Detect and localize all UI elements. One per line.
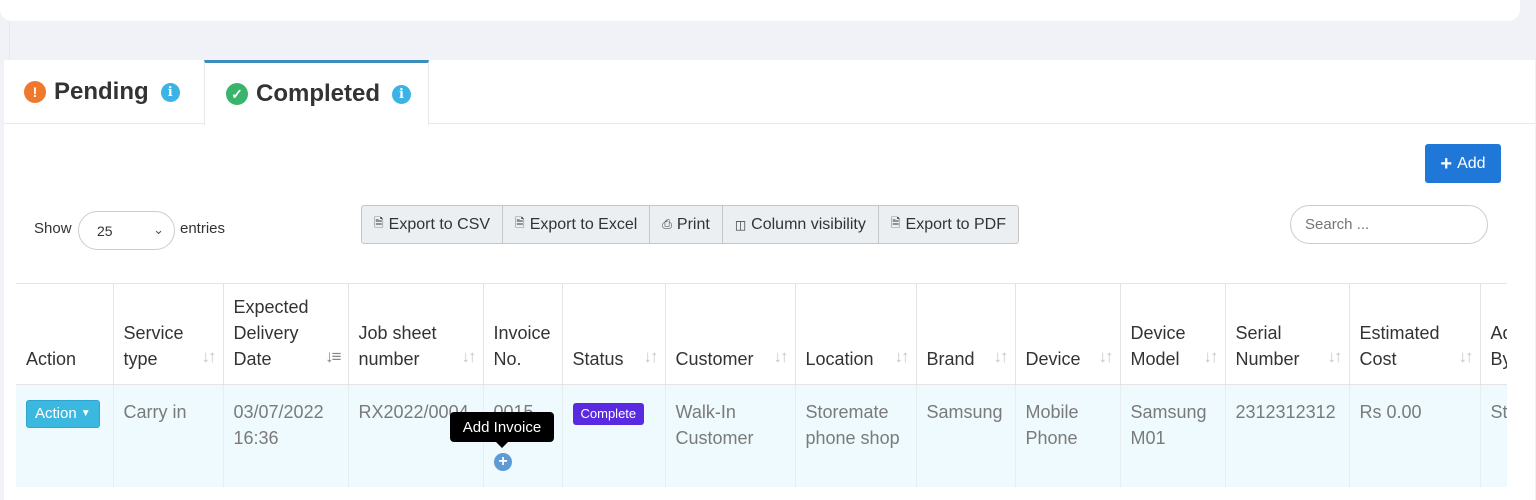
cell-device-model: Samsung M01 [1120, 384, 1226, 487]
tab-completed-label: Completed [256, 80, 381, 107]
column-header-device-model[interactable]: Device Model ↓↑ [1120, 284, 1226, 385]
check-icon: ✓ [226, 83, 248, 105]
column-header-label: Invoice No. [493, 322, 551, 369]
column-header-serial[interactable]: Serial Number ↓↑ [1225, 284, 1350, 385]
sort-icon: ↓↑ [643, 346, 659, 366]
sort-icon: ↓↑ [1098, 346, 1114, 366]
column-header-label: Location [805, 348, 874, 369]
column-visibility-button[interactable]: ◫ Column visibility [723, 206, 879, 243]
job-sheets-panel: ! Pending i ✓ Completed i + Add Show 25 … [4, 60, 1535, 500]
sort-icon: ↓↑ [773, 346, 789, 366]
cell-location: Storemate phone shop [795, 384, 917, 487]
sort-icon: ↓↑ [201, 346, 217, 366]
action-button-label: Action [35, 404, 77, 422]
csv-file-icon: 🗎 [374, 216, 384, 230]
column-header-label: Job sheet number [358, 322, 437, 369]
cell-delivery-date: 03/07/2022 16:36 [223, 384, 349, 487]
column-header-location[interactable]: Location ↓↑ [795, 284, 917, 385]
column-header-invoice: Invoice No. [483, 284, 563, 385]
info-icon[interactable]: i [392, 84, 412, 104]
column-header-label: Status [572, 348, 624, 369]
export-excel-label: Export to Excel [529, 215, 638, 233]
cell-action: Action ▼ [16, 384, 114, 487]
export-csv-button[interactable]: 🗎 Export to CSV [362, 206, 504, 243]
caret-down-icon: ▼ [80, 407, 91, 419]
sort-icon: ↓↑ [1327, 346, 1343, 366]
column-header-cost[interactable]: Estimated Cost ↓↑ [1349, 284, 1481, 385]
add-button[interactable]: + Add [1425, 144, 1501, 183]
sort-icon: ↓↑ [1203, 346, 1219, 366]
column-header-device[interactable]: Device ↓↑ [1015, 284, 1121, 385]
column-header-brand[interactable]: Brand ↓↑ [916, 284, 1016, 385]
column-header-label: Service type [123, 322, 184, 369]
add-invoice-tooltip: Add Invoice [450, 412, 554, 448]
cell-device: Mobile Phone [1015, 384, 1121, 487]
cell-cost: Rs 0.00 [1349, 384, 1481, 487]
column-header-label: Brand [926, 348, 975, 369]
column-header-status[interactable]: Status ↓↑ [562, 284, 666, 385]
column-header-job-sheet[interactable]: Job sheet number ↓↑ [348, 284, 484, 385]
columns-icon: ◫ [734, 217, 747, 232]
chevron-down-icon: ⌄ [153, 222, 164, 237]
print-label: Print [676, 215, 710, 233]
show-label: Show [34, 220, 72, 237]
column-header-service-type[interactable]: Service type ↓↑ [113, 284, 224, 385]
sort-icon: ↓↑ [894, 346, 910, 366]
sort-desc-icon: ↓≡ [325, 346, 341, 366]
cell-service-type: Carry in [113, 384, 224, 487]
export-button-group: 🗎 Export to CSV 🗎 Export to Excel ⎙ Prin… [361, 205, 1019, 244]
column-header-label: Device [1025, 348, 1081, 369]
divider [9, 21, 10, 61]
sort-icon: ↓↑ [461, 346, 477, 366]
column-header-delivery-date[interactable]: Expected Delivery Date ↓≡ [223, 284, 349, 385]
column-visibility-label: Column visibility [751, 215, 866, 233]
printer-icon: ⎙ [662, 217, 672, 231]
pdf-file-icon: 🗎 [890, 216, 901, 230]
status-badge: Complete [572, 402, 645, 425]
tab-completed[interactable]: ✓ Completed i [204, 60, 429, 125]
export-pdf-button[interactable]: 🗎 Export to PDF [879, 206, 1018, 243]
column-header-action: Action [16, 284, 114, 385]
export-pdf-label: Export to PDF [905, 215, 1006, 233]
print-button[interactable]: ⎙ Print [650, 206, 723, 243]
column-header-label: Estimated Cost [1359, 322, 1440, 369]
search-input[interactable] [1290, 205, 1488, 244]
action-dropdown-button[interactable]: Action ▼ [26, 399, 100, 428]
column-header-customer[interactable]: Customer ↓↑ [665, 284, 796, 385]
entries-label: entries [180, 220, 226, 237]
page-size-select[interactable]: 25 ⌄ [78, 211, 175, 250]
table-header-row: Action Service type ↓↑ Expected Delivery … [16, 284, 1508, 385]
export-csv-label: Export to CSV [388, 215, 491, 233]
cell-status: Complete [562, 384, 666, 487]
column-header-label: Device Model [1130, 322, 1186, 369]
table-row: Action ▼ Carry in 03/07/2022 16:36 RX202… [16, 384, 1507, 487]
sort-icon: ↓↑ [1458, 346, 1474, 366]
tab-pending-label: Pending [54, 78, 149, 105]
page-size-value: 25 [97, 222, 113, 239]
column-header-added-by[interactable]: Added By [1480, 284, 1508, 385]
cell-brand: Samsung [916, 384, 1016, 487]
job-sheets-table: Action Service type ↓↑ Expected Delivery … [16, 283, 1507, 488]
sort-icon: ↓↑ [993, 346, 1009, 366]
top-card [0, 0, 1520, 21]
column-header-label: Action [26, 348, 77, 369]
exclamation-icon: ! [24, 81, 46, 103]
cell-customer: Walk-In Customer [665, 384, 796, 487]
plus-icon: + [1440, 152, 1453, 175]
column-header-label: Serial Number [1235, 322, 1300, 369]
add-invoice-icon[interactable]: + [494, 453, 512, 471]
cell-added-by: St [1480, 384, 1507, 487]
tab-pending[interactable]: ! Pending i [24, 60, 180, 124]
add-button-label: Add [1457, 154, 1486, 172]
tab-bar: ! Pending i ✓ Completed i [4, 60, 1535, 125]
excel-file-icon: 🗎 [515, 216, 525, 230]
cell-serial: 2312312312 [1225, 384, 1350, 487]
export-excel-button[interactable]: 🗎 Export to Excel [503, 206, 651, 243]
column-header-label: Expected Delivery Date [233, 296, 309, 369]
column-header-label: Added By [1490, 322, 1508, 369]
column-header-label: Customer [675, 348, 754, 369]
info-icon[interactable]: i [160, 82, 180, 102]
